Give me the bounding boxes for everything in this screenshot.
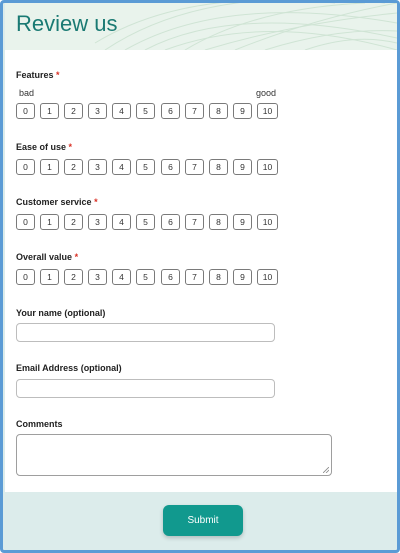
rating-option[interactable]: 7: [185, 214, 204, 230]
rating-option[interactable]: 10: [257, 214, 278, 230]
rating-option[interactable]: 2: [64, 159, 83, 175]
rating-option[interactable]: 9: [233, 214, 252, 230]
rating-option[interactable]: 4: [112, 214, 131, 230]
customer-service-label: Customer service *: [16, 197, 98, 207]
rating-option[interactable]: 2: [64, 103, 83, 119]
overall-value-label: Overall value *: [16, 252, 79, 262]
rating-option[interactable]: 9: [233, 103, 252, 119]
rating-option[interactable]: 8: [209, 103, 228, 119]
rating-option[interactable]: 1: [40, 214, 59, 230]
rating-option[interactable]: 3: [88, 214, 107, 230]
rating-option[interactable]: 5: [136, 214, 155, 230]
name-label: Your name (optional): [16, 308, 106, 318]
features-label: Features *: [16, 70, 60, 80]
rating-option[interactable]: 6: [161, 269, 180, 285]
scale-high-label: good: [256, 88, 277, 98]
rating-option[interactable]: 7: [185, 269, 204, 285]
rating-option[interactable]: 6: [161, 103, 180, 119]
rating-option[interactable]: 4: [112, 103, 131, 119]
form-card: Features * bad good 0 1 2 3 4 5 6 7 8 9 10 Ease of…: [5, 50, 397, 492]
rating-option[interactable]: 0: [16, 214, 35, 230]
comments-label: Comments: [16, 419, 63, 429]
ease-of-use-label: Ease of use *: [16, 142, 73, 152]
rating-option[interactable]: 1: [40, 103, 59, 119]
rating-option[interactable]: 8: [209, 159, 228, 175]
rating-option[interactable]: 9: [233, 159, 252, 175]
scale-low-label: bad: [19, 88, 35, 98]
resize-handle-icon[interactable]: [323, 467, 329, 473]
rating-option[interactable]: 5: [136, 269, 155, 285]
rating-option[interactable]: 2: [64, 269, 83, 285]
rating-option[interactable]: 4: [112, 269, 131, 285]
rating-option[interactable]: 3: [88, 269, 107, 285]
rating-option[interactable]: 0: [16, 269, 35, 285]
rating-option[interactable]: 4: [112, 159, 131, 175]
rating-option[interactable]: 3: [88, 103, 107, 119]
form-header: Review us: [5, 3, 397, 50]
rating-option[interactable]: 0: [16, 103, 35, 119]
rating-option[interactable]: 1: [40, 269, 59, 285]
rating-option[interactable]: 5: [136, 159, 155, 175]
rating-option[interactable]: 10: [257, 159, 278, 175]
rating-option[interactable]: 7: [185, 103, 204, 119]
rating-option[interactable]: 7: [185, 159, 204, 175]
rating-option[interactable]: 8: [209, 214, 228, 230]
rating-option[interactable]: 1: [40, 159, 59, 175]
rating-option[interactable]: 10: [257, 103, 278, 119]
page-title: Review us: [16, 11, 118, 36]
email-input[interactable]: [16, 379, 275, 398]
rating-option[interactable]: 0: [16, 159, 35, 175]
rating-option[interactable]: 6: [161, 159, 180, 175]
rating-option[interactable]: 9: [233, 269, 252, 285]
email-label: Email Address (optional): [16, 363, 122, 373]
name-input[interactable]: [16, 323, 275, 342]
submit-button[interactable]: Submit: [163, 505, 243, 536]
review-form-window: Review us Features * bad good 0123456789…: [0, 0, 400, 553]
rating-option[interactable]: 2: [64, 214, 83, 230]
rating-option[interactable]: 5: [136, 103, 155, 119]
comments-textarea[interactable]: [16, 434, 332, 476]
rating-option[interactable]: 3: [88, 159, 107, 175]
rating-option[interactable]: 8: [209, 269, 228, 285]
rating-option[interactable]: 10: [257, 269, 278, 285]
rating-option[interactable]: 6: [161, 214, 180, 230]
